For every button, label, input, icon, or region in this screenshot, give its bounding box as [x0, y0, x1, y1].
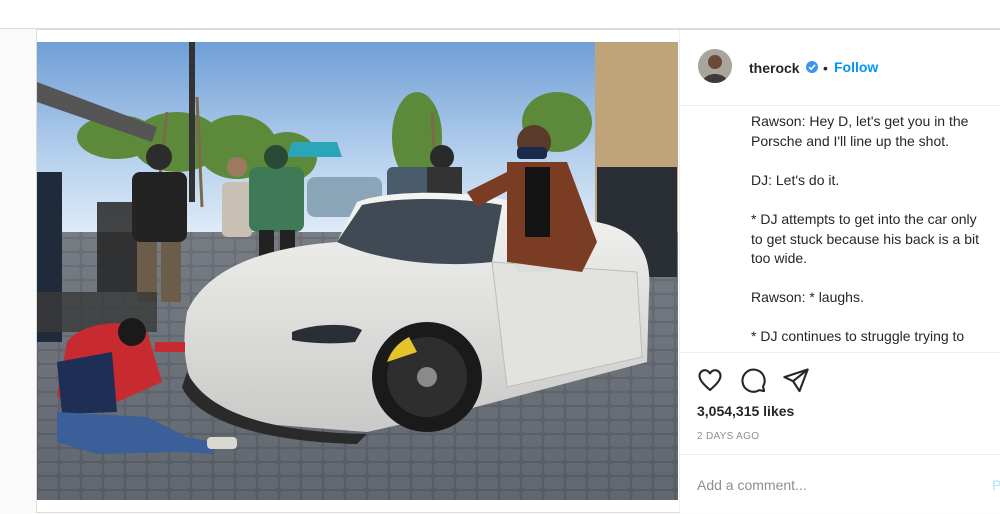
caption-line: * DJ attempts to get into the car only t…: [751, 211, 980, 266]
post-comment-button[interactable]: P: [992, 477, 1000, 493]
verified-badge-icon: [806, 61, 818, 73]
comment-area: P: [680, 454, 1000, 514]
speech-bubble-icon[interactable]: [739, 366, 767, 394]
caption-line: DJ: Let's do it.: [751, 172, 840, 188]
avatar[interactable]: [698, 49, 732, 83]
heart-icon[interactable]: [696, 366, 724, 394]
post-sidebar: therock • Follow Rawson: Hey D, let's ge…: [679, 30, 1000, 513]
separator-dot: •: [823, 60, 828, 76]
post-header: therock • Follow: [680, 30, 1000, 106]
browser-top-bar: [0, 0, 1000, 29]
caption-line: Rawson: Hey D, let's get you in the Pors…: [751, 113, 969, 149]
avatar-image: [698, 49, 732, 83]
likes-count[interactable]: 3,054,315 likes: [697, 403, 794, 419]
follow-button[interactable]: Follow: [834, 59, 878, 75]
caption-line: * DJ continues to struggle trying to shi…: [751, 328, 965, 350]
post-timestamp: 2 DAYS AGO: [697, 431, 760, 442]
paper-plane-icon[interactable]: [782, 366, 810, 394]
username-link[interactable]: therock: [749, 60, 800, 76]
caption-line: Rawson: * laughs.: [751, 289, 864, 305]
comment-input[interactable]: [697, 477, 957, 493]
photo-scene: [37, 42, 678, 500]
post-caption: Rawson: Hey D, let's get you in the Pors…: [680, 106, 1000, 350]
post-photo[interactable]: [37, 42, 678, 500]
